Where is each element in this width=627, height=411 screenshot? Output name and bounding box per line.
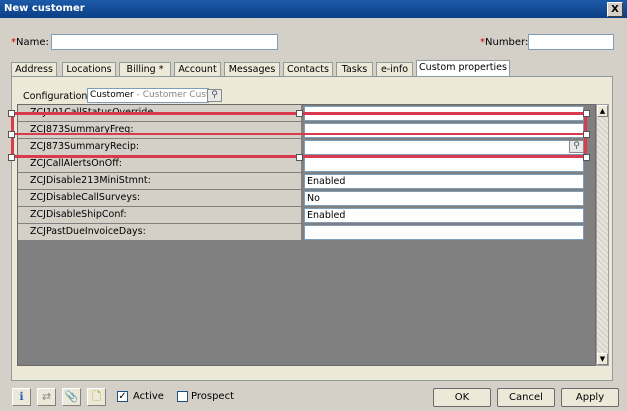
resize-handle[interactable] [8, 110, 15, 117]
active-label: Active [133, 391, 164, 402]
property-name: ZCJCallAlertsOnOff: [18, 156, 302, 173]
number-field[interactable] [528, 34, 614, 50]
new-customer-window: New customer X *Name: *Number: Address L… [0, 0, 627, 411]
prospect-label: Prospect [191, 391, 234, 402]
attach-icon: 📎 [64, 390, 79, 403]
title-bar[interactable]: New customer X [0, 0, 627, 18]
info-icon: ℹ [19, 390, 24, 403]
tab-address[interactable]: Address [11, 62, 57, 77]
number-label: *Number: [480, 37, 528, 48]
transfer-button[interactable]: ⇄ [37, 388, 56, 406]
name-field[interactable] [51, 34, 278, 50]
configuration-value: Customer [90, 90, 134, 100]
prospect-checkbox[interactable] [177, 391, 188, 402]
tab-locations[interactable]: Locations [62, 62, 116, 77]
resize-handle[interactable] [296, 110, 303, 117]
property-name: ZCJDisableCallSurveys: [18, 190, 302, 207]
arrow-down-icon: ▼ [599, 355, 606, 363]
info-button[interactable]: ℹ [12, 388, 31, 406]
arrow-up-icon: ▲ [599, 107, 606, 115]
grid-scrollbar[interactable]: ▲ ▼ [596, 104, 609, 366]
property-value-field[interactable]: No [304, 191, 584, 206]
name-label: *Name: [11, 37, 49, 48]
property-value-field[interactable] [304, 157, 584, 172]
property-name: ZCJDisable213MiniStmnt: [18, 173, 302, 190]
property-row: ZCJDisableCallSurveys: No [18, 190, 585, 207]
configuration-value-suffix: - Customer Custom [136, 90, 208, 100]
tab-tasks[interactable]: Tasks [336, 62, 373, 77]
tab-messages[interactable]: Messages [224, 62, 280, 77]
cancel-button[interactable]: Cancel [497, 388, 555, 407]
active-checkbox[interactable]: ✓ [117, 391, 128, 402]
property-row: ZCJPastDueInvoiceDays: [18, 224, 585, 241]
notes-icon: 🗋 [92, 390, 101, 403]
configuration-label: Configuration: [23, 91, 91, 102]
notes-button[interactable]: 🗋 [87, 388, 106, 406]
property-name: ZCJPastDueInvoiceDays: [18, 224, 302, 241]
transfer-icon: ⇄ [41, 390, 52, 403]
scroll-up-button[interactable]: ▲ [597, 105, 608, 117]
scroll-down-button[interactable]: ▼ [597, 353, 608, 365]
resize-handle[interactable] [8, 131, 15, 138]
attach-button[interactable]: 📎 [62, 388, 81, 406]
resize-handle[interactable] [583, 154, 590, 161]
tab-e-info[interactable]: e-info [376, 62, 413, 77]
tab-account[interactable]: Account [174, 62, 221, 77]
number-label-text: Number: [485, 37, 529, 48]
tab-bar: Address Locations Billing * Account Mess… [11, 60, 611, 78]
resize-handle[interactable] [583, 131, 590, 138]
magnifier-icon: ⚲ [211, 90, 218, 100]
selection-frame [11, 112, 587, 158]
property-value-field[interactable]: Enabled [304, 174, 584, 189]
apply-button[interactable]: Apply [561, 388, 619, 407]
tab-billing[interactable]: Billing * [119, 62, 171, 77]
property-name: ZCJDisableShipConf: [18, 207, 302, 224]
ok-button[interactable]: OK [433, 388, 491, 407]
property-value-field[interactable] [304, 225, 584, 240]
name-label-text: Name: [16, 37, 49, 48]
configuration-field[interactable]: Customer - Customer Custom [87, 88, 209, 103]
resize-handle[interactable] [8, 154, 15, 161]
resize-handle[interactable] [296, 154, 303, 161]
property-value-field[interactable]: Enabled [304, 208, 584, 223]
window-title: New customer [4, 3, 85, 14]
tab-contacts[interactable]: Contacts [283, 62, 333, 77]
property-row: ZCJDisableShipConf: Enabled [18, 207, 585, 224]
resize-handle[interactable] [583, 110, 590, 117]
property-row: ZCJDisable213MiniStmnt: Enabled [18, 173, 585, 190]
configuration-lookup-button[interactable]: ⚲ [207, 89, 222, 102]
close-button[interactable]: X [607, 2, 623, 17]
